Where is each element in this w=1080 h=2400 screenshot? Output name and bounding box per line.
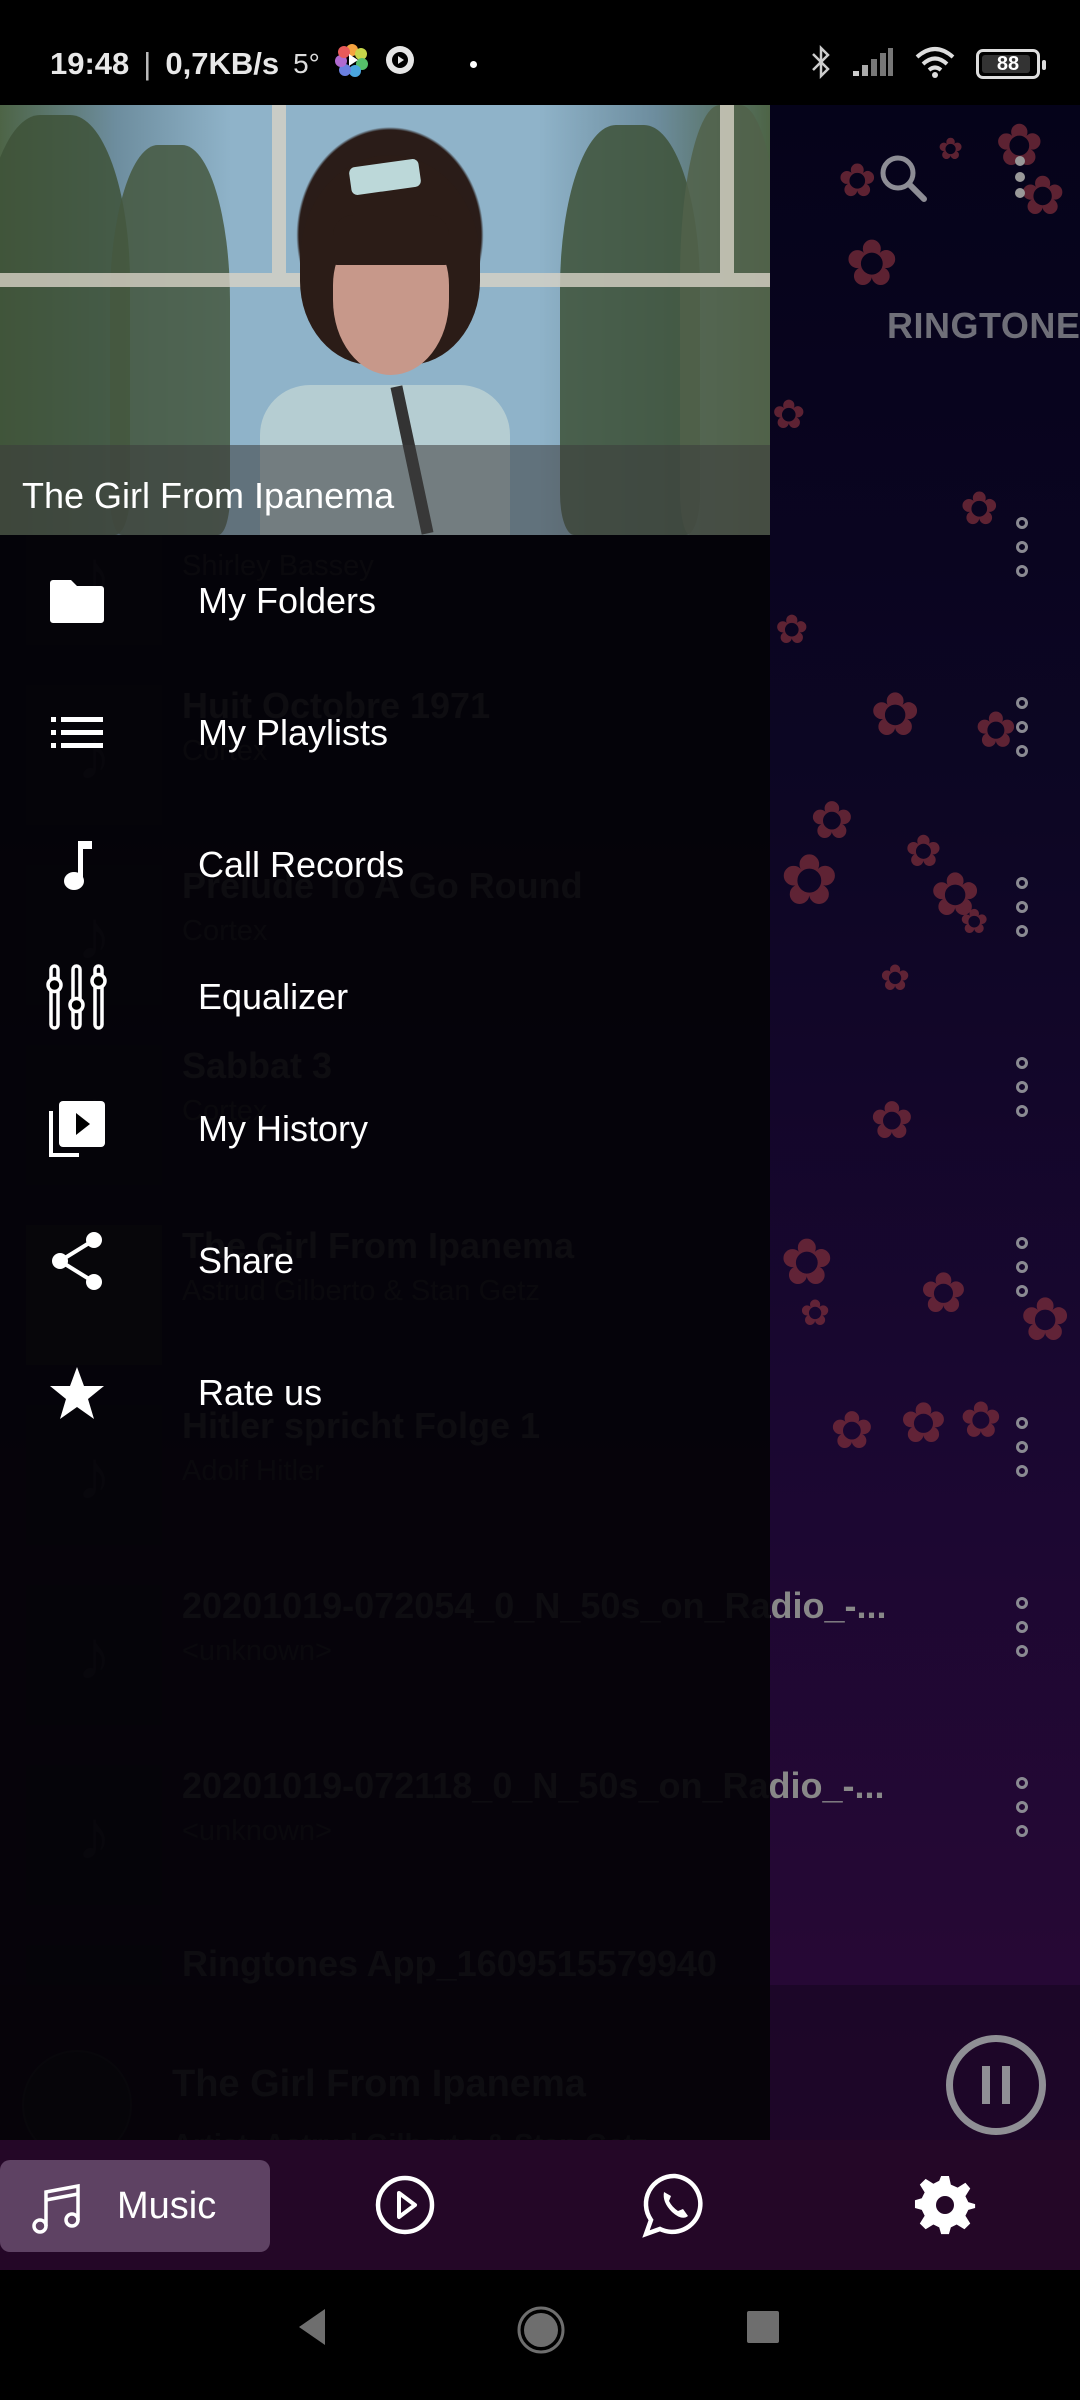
bluetooth-icon xyxy=(810,44,832,84)
menu-label: Call Records xyxy=(198,844,405,885)
settings-icon xyxy=(914,2175,976,2235)
whatsapp-icon xyxy=(642,2173,703,2238)
nav-music-label: Music xyxy=(117,2184,217,2227)
nav-whatsapp-tab[interactable] xyxy=(640,2170,710,2240)
menu-item-rate-us[interactable]: Rate us xyxy=(0,1327,770,1459)
back-button[interactable] xyxy=(293,2307,329,2352)
drawer-header[interactable]: The Girl From Ipanema xyxy=(0,105,770,535)
song-more-button[interactable] xyxy=(1011,1777,1033,1837)
status-separator: | xyxy=(143,46,152,81)
menu-item-equalizer[interactable]: Equalizer xyxy=(0,931,770,1063)
home-button[interactable] xyxy=(516,2305,566,2360)
status-temperature: 5° xyxy=(293,48,320,79)
equalizer-icon xyxy=(42,962,112,1032)
pause-icon xyxy=(982,2066,990,2104)
status-bar: 19:48 | 0,7KB/s 5° 88 xyxy=(0,0,1080,105)
battery-level: 88 xyxy=(996,52,1020,75)
recents-button[interactable] xyxy=(746,2310,780,2349)
menu-item-my-folders[interactable]: My Folders xyxy=(0,535,770,667)
song-more-button[interactable] xyxy=(1011,1237,1033,1297)
song-more-button[interactable] xyxy=(1011,697,1033,757)
now-playing-title: The Girl From Ipanema xyxy=(22,475,395,516)
menu-item-my-history[interactable]: My History xyxy=(0,1063,770,1195)
menu-label: My Folders xyxy=(198,580,377,621)
system-navigation-bar xyxy=(0,2270,1080,2400)
signal-icon xyxy=(852,47,894,82)
play-circle-icon xyxy=(384,44,416,84)
nav-video-tab[interactable] xyxy=(370,2170,440,2240)
song-more-button[interactable] xyxy=(1011,1057,1033,1117)
recents-icon xyxy=(747,2311,779,2343)
menu-label: Share xyxy=(198,1240,295,1281)
playlist-icon xyxy=(42,698,112,768)
photos-icon xyxy=(334,42,370,86)
wifi-icon xyxy=(914,46,956,83)
search-button[interactable] xyxy=(876,151,932,212)
more-vert-icon xyxy=(1015,156,1025,198)
bottom-navigation: Music xyxy=(0,2140,1080,2270)
video-play-icon xyxy=(375,2175,435,2235)
menu-label: My History xyxy=(198,1108,368,1149)
folder-icon xyxy=(42,566,112,636)
home-icon xyxy=(517,2306,565,2354)
more-options-button[interactable] xyxy=(1008,155,1032,208)
star-icon xyxy=(42,1358,112,1428)
music-note-icon xyxy=(42,830,112,900)
dot-icon xyxy=(469,60,477,68)
nav-music-tab[interactable]: Music xyxy=(0,2160,270,2252)
menu-item-call-records[interactable]: Call Records xyxy=(0,799,770,931)
search-icon xyxy=(880,155,927,202)
menu-item-my-playlists[interactable]: My Playlists xyxy=(0,667,770,799)
share-icon xyxy=(42,1226,112,1296)
back-icon xyxy=(299,2309,325,2345)
nav-settings-tab[interactable] xyxy=(910,2170,980,2240)
status-net-speed: 0,7KB/s xyxy=(165,46,280,81)
music-icon xyxy=(30,2180,86,2241)
tab-ringtones[interactable]: RINGTONES xyxy=(887,305,1080,347)
menu-label: Equalizer xyxy=(198,976,349,1017)
navigation-drawer: The Girl From Ipanema My Folders My Play… xyxy=(0,105,770,2140)
song-more-button[interactable] xyxy=(1011,1597,1033,1657)
pause-button[interactable] xyxy=(946,2035,1046,2135)
menu-label: My Playlists xyxy=(198,712,389,753)
battery-icon: 88 xyxy=(976,49,1046,79)
menu-item-share[interactable]: Share xyxy=(0,1195,770,1327)
song-more-button[interactable] xyxy=(1011,877,1033,937)
menu-label: Rate us xyxy=(198,1372,323,1413)
song-more-button[interactable] xyxy=(1011,517,1033,577)
song-more-button[interactable] xyxy=(1011,1417,1033,1477)
video-library-icon xyxy=(42,1094,112,1164)
status-time: 19:48 xyxy=(50,46,130,81)
